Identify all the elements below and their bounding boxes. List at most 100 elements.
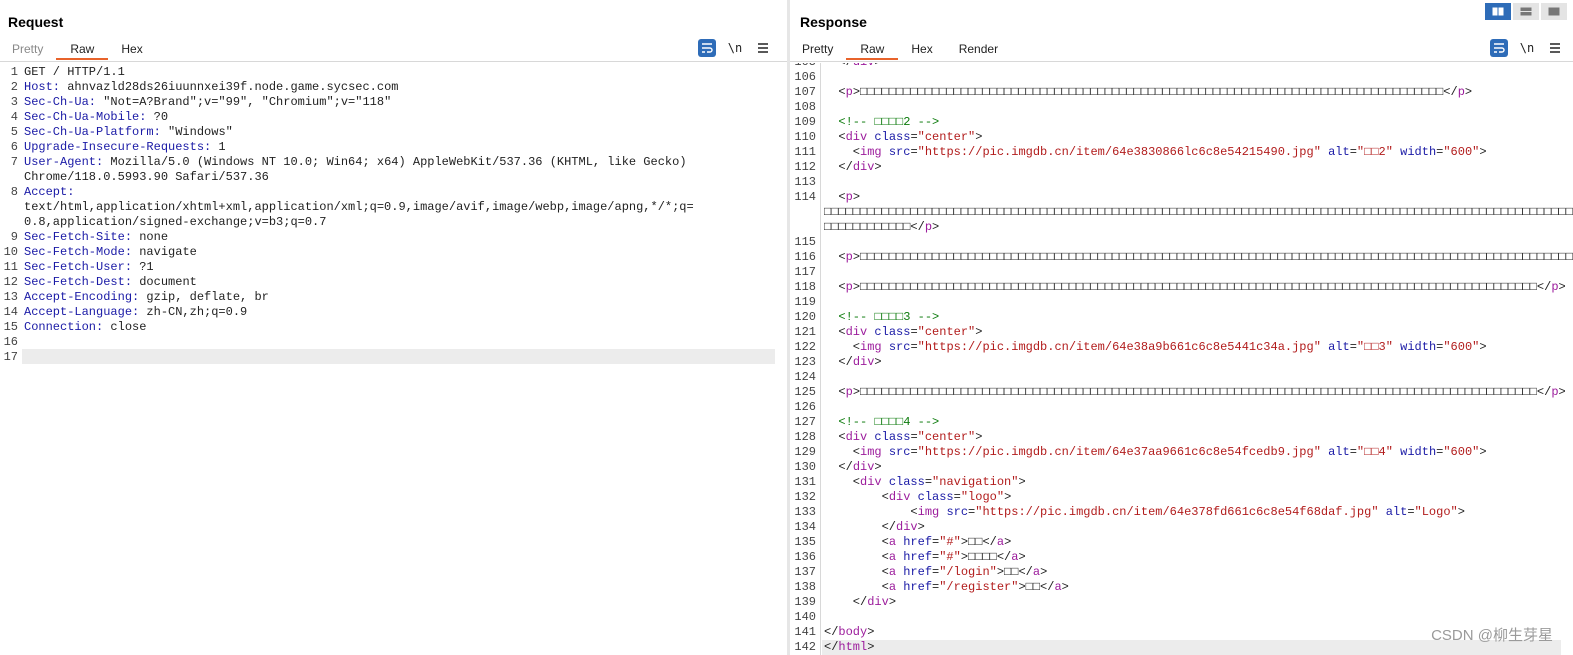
code-line[interactable]: Sec-Ch-Ua: "Not=A?Brand";v="99", "Chromi… bbox=[24, 95, 391, 110]
request-editor[interactable]: 1 2 3 4 5 6 7 8 9 10 11 12 13 14 15 16 17 GET / HTTP/1.1… bbox=[0, 63, 787, 655]
line-number: 134 bbox=[794, 520, 816, 534]
code-line[interactable]: <div class="logo"> bbox=[824, 490, 1012, 505]
code-line[interactable]: </div> bbox=[824, 160, 882, 175]
newline-toggle-button[interactable]: \n bbox=[726, 39, 744, 57]
code-attr: src bbox=[946, 505, 969, 519]
code-line[interactable]: □□□□□□□□□□□□□□□□□□□□□□□□□□□□□□□□□□□□□□□□… bbox=[824, 205, 1573, 220]
code-text: > bbox=[1464, 85, 1473, 99]
code-line[interactable]: Accept-Language: zh-CN,zh;q=0.9 bbox=[24, 305, 247, 320]
code-val: "center" bbox=[917, 130, 976, 144]
code-line[interactable]: </div> bbox=[824, 355, 881, 370]
code-line[interactable]: Connection: close bbox=[24, 320, 146, 335]
request-tab-pretty[interactable]: Pretty bbox=[0, 40, 56, 60]
code-text: </ bbox=[824, 640, 839, 654]
code-text: </ bbox=[824, 355, 853, 369]
code-line[interactable]: text/html,application/xhtml+xml,applicat… bbox=[24, 200, 694, 215]
code-line[interactable]: <!-- □□□□4 --> bbox=[824, 415, 939, 430]
code-text: > bbox=[888, 595, 897, 609]
code-line[interactable]: Accept: bbox=[24, 185, 74, 200]
code-line[interactable]: User-Agent: Mozilla/5.0 (Windows NT 10.0… bbox=[24, 155, 687, 170]
menu-icon[interactable] bbox=[754, 39, 772, 57]
code-line[interactable]: Sec-Fetch-Site: none bbox=[24, 230, 168, 245]
code-line[interactable]: <p>□□□□□□□□□□□□□□□□□□□□□□□□□□□□□□□□□□□□□… bbox=[824, 85, 1472, 100]
code-line[interactable]: </div> bbox=[824, 460, 881, 475]
code-line[interactable]: <p>□□□□□□□□□□□□□□□□□□□□□□□□□□□□□□□□□□□□□… bbox=[824, 280, 1565, 295]
response-editor[interactable]: 1051061071081091101111121131141151161171… bbox=[790, 63, 1573, 655]
code-line[interactable]: </div> bbox=[824, 520, 925, 535]
code-cmt: <!-- □□□□4 --> bbox=[824, 415, 940, 429]
code-line[interactable]: </div> bbox=[824, 595, 896, 610]
layout-stacked-icon[interactable] bbox=[1513, 3, 1539, 20]
request-panel: Request Pretty Raw Hex \n 1 2 3 4 5 6 7 8 9 10 11 1… bbox=[0, 0, 787, 655]
code-line[interactable]: <img src="https://pic.imgdb.cn/item/64e3… bbox=[824, 505, 1465, 520]
response-title: Response bbox=[800, 14, 867, 30]
code-line[interactable]: <p>□□□□□□□□□□□□□□□□□□□□□□□□□□□□□□□□□□□□□… bbox=[824, 250, 1573, 265]
code-key: Sec-Fetch-Dest: bbox=[24, 275, 133, 289]
line-number: 115 bbox=[794, 235, 816, 249]
code-line[interactable]: <a href="#">□□□□</a> bbox=[824, 550, 1026, 565]
code-text: >□□</ bbox=[960, 535, 997, 549]
code-line[interactable]: Host: ahnvazld28ds26iuunnxei39f.node.gam… bbox=[24, 80, 398, 95]
code-text: = bbox=[910, 340, 918, 354]
code-line[interactable]: Accept-Encoding: gzip, deflate, br bbox=[24, 290, 269, 305]
code-line[interactable]: <img src="https://pic.imgdb.cn/item/64e3… bbox=[824, 445, 1487, 460]
code-tag: img bbox=[860, 445, 882, 459]
line-number: 4 bbox=[10, 110, 18, 124]
code-text: >□□□□</ bbox=[960, 550, 1012, 564]
response-tab-hex[interactable]: Hex bbox=[898, 40, 945, 60]
code-line[interactable]: <!-- □□□□3 --> bbox=[824, 310, 939, 325]
code-line[interactable]: <p> bbox=[824, 190, 860, 205]
code-tag: body bbox=[838, 625, 868, 639]
code-line[interactable]: □□□□□□□□□□□□</p> bbox=[824, 220, 939, 235]
code-line[interactable]: <div class="center"> bbox=[824, 430, 982, 445]
response-tab-raw[interactable]: Raw bbox=[846, 40, 899, 60]
code-line[interactable]: <img src="https://pic.imgdb.cn/item/64e3… bbox=[824, 145, 1487, 160]
layout-tabs-icon[interactable] bbox=[1541, 3, 1567, 20]
code-line[interactable]: </body> bbox=[824, 625, 874, 640]
menu-icon[interactable] bbox=[1546, 39, 1564, 57]
code-text: </ bbox=[824, 160, 853, 174]
word-wrap-icon[interactable] bbox=[698, 39, 716, 57]
code-text: < bbox=[824, 145, 861, 159]
code-key: Sec-Fetch-Site: bbox=[24, 230, 133, 244]
code-line[interactable]: <img src="https://pic.imgdb.cn/item/64e3… bbox=[824, 340, 1487, 355]
code-line[interactable]: 0.8,application/signed-exchange;v=b3;q=0… bbox=[24, 215, 326, 230]
request-tab-hex[interactable]: Hex bbox=[108, 40, 155, 60]
code-line[interactable]: <a href="/login">□□</a> bbox=[824, 565, 1048, 580]
response-tab-render[interactable]: Render bbox=[946, 40, 1011, 60]
code-line[interactable]: <a href="/register">□□</a> bbox=[824, 580, 1069, 595]
code-text: document bbox=[132, 275, 197, 289]
code-line[interactable]: Sec-Fetch-User: ?1 bbox=[24, 260, 154, 275]
code-text: < bbox=[824, 565, 889, 579]
code-line[interactable]: Upgrade-Insecure-Requests: 1 bbox=[24, 140, 226, 155]
code-line[interactable]: </div> bbox=[824, 63, 881, 70]
word-wrap-icon[interactable] bbox=[1490, 39, 1508, 57]
code-key: Sec-Ch-Ua-Platform: bbox=[24, 125, 161, 139]
code-line[interactable]: Sec-Fetch-Mode: navigate bbox=[24, 245, 197, 260]
code-line[interactable]: Chrome/118.0.5993.90 Safari/537.36 bbox=[24, 170, 269, 185]
code-text: > bbox=[1479, 145, 1487, 159]
code-line[interactable]: Sec-Fetch-Dest: document bbox=[24, 275, 197, 290]
code-text: = bbox=[910, 445, 918, 459]
code-line[interactable]: <!-- □□□□2 --> bbox=[824, 115, 939, 130]
code-text: > bbox=[874, 160, 882, 174]
code-line[interactable]: Sec-Ch-Ua-Platform: "Windows" bbox=[24, 125, 233, 140]
layout-side-by-side-icon[interactable] bbox=[1485, 3, 1511, 20]
code-line[interactable]: Sec-Ch-Ua-Mobile: ?0 bbox=[24, 110, 168, 125]
code-line[interactable]: <div class="center"> bbox=[824, 130, 982, 145]
response-tab-pretty[interactable]: Pretty bbox=[790, 40, 846, 60]
code-line[interactable]: <div class="center"> bbox=[824, 325, 982, 340]
request-tab-raw[interactable]: Raw bbox=[56, 40, 109, 60]
code-line[interactable]: GET / HTTP/1.1 bbox=[24, 65, 125, 80]
newline-toggle-button[interactable]: \n bbox=[1518, 39, 1536, 57]
code-line[interactable]: </html> bbox=[824, 640, 874, 655]
line-number: 114 bbox=[794, 190, 816, 204]
code-tag: img bbox=[860, 145, 882, 159]
code-line[interactable]: <p>□□□□□□□□□□□□□□□□□□□□□□□□□□□□□□□□□□□□□… bbox=[824, 385, 1565, 400]
line-number: 2 bbox=[10, 80, 18, 94]
current-line-highlight bbox=[22, 349, 775, 364]
code-line[interactable]: <div class="navigation"> bbox=[824, 475, 1026, 490]
code-line[interactable]: <a href="#">□□</a> bbox=[824, 535, 1012, 550]
code-tag: p bbox=[845, 190, 853, 204]
